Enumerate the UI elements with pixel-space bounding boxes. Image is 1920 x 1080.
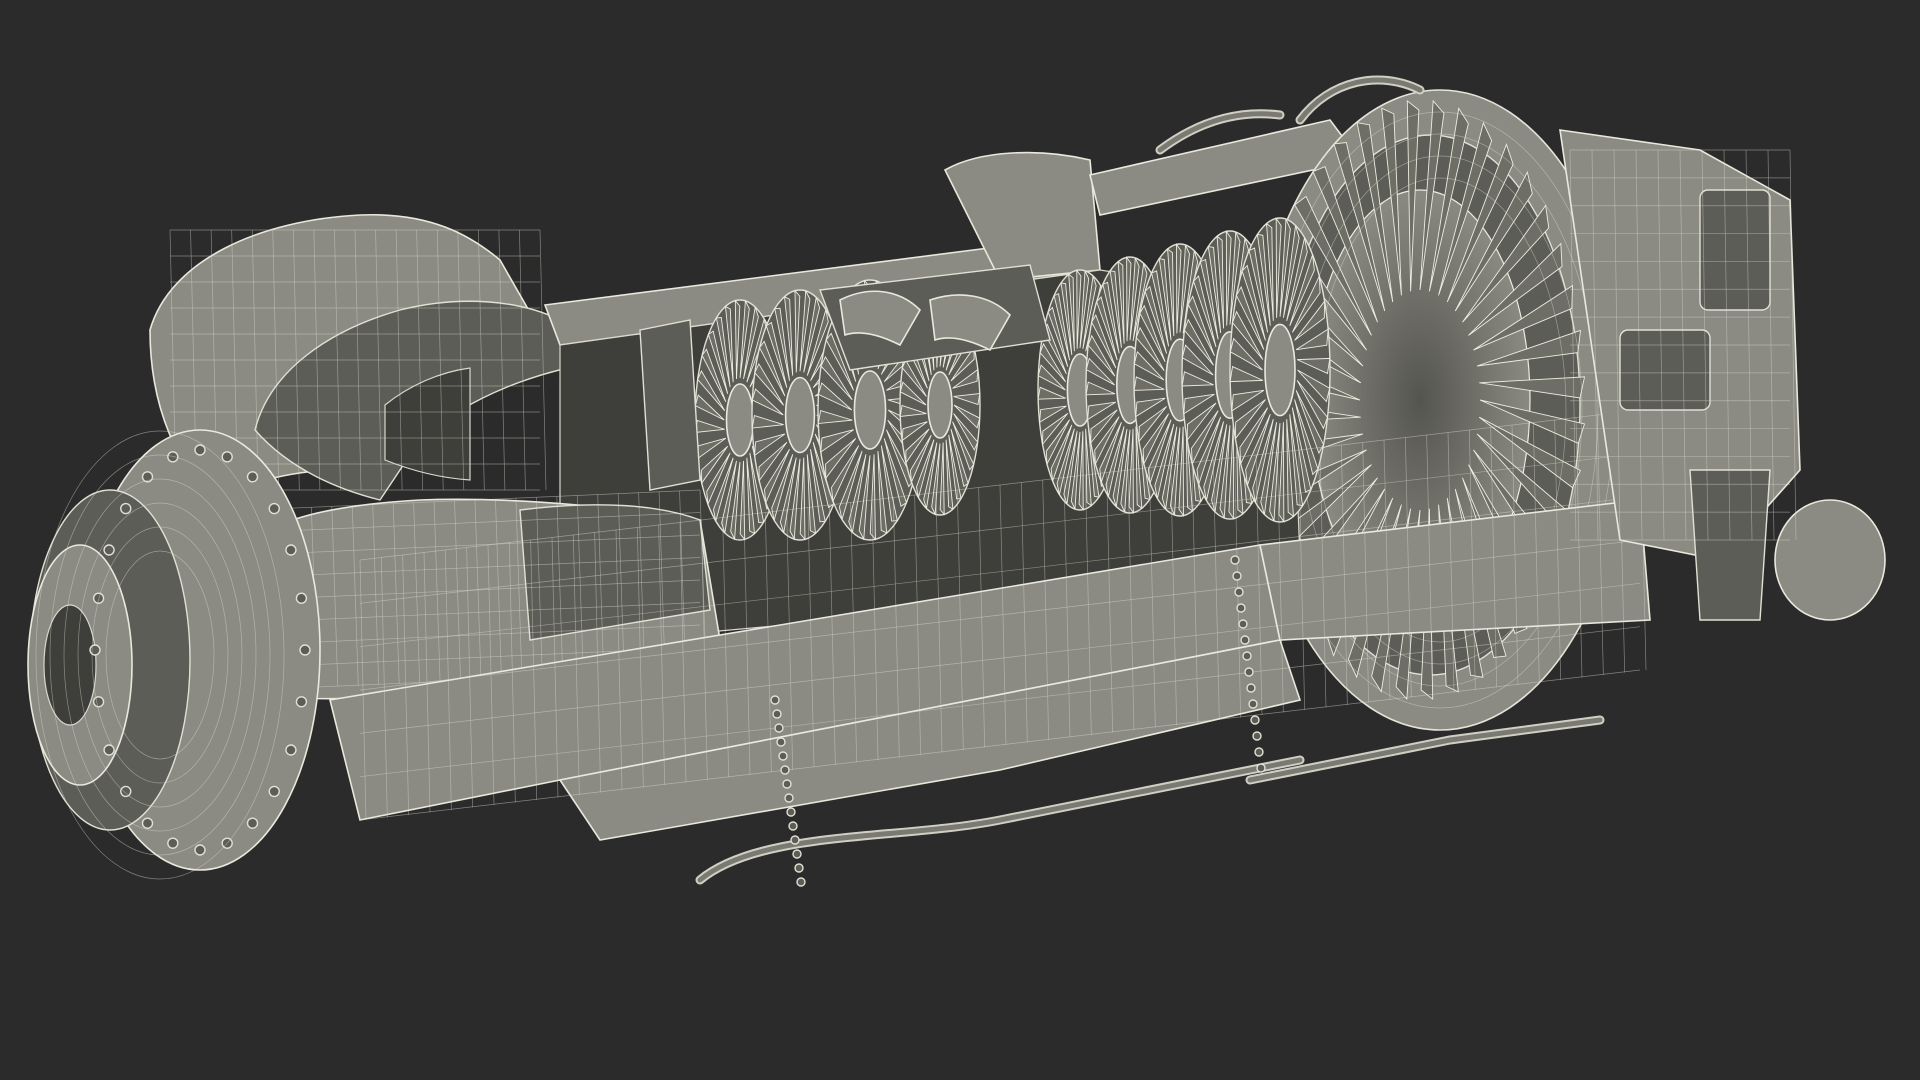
engine-render bbox=[27, 75, 1886, 887]
compressor-disc bbox=[1229, 216, 1331, 524]
reduction-gearbox bbox=[27, 429, 321, 880]
